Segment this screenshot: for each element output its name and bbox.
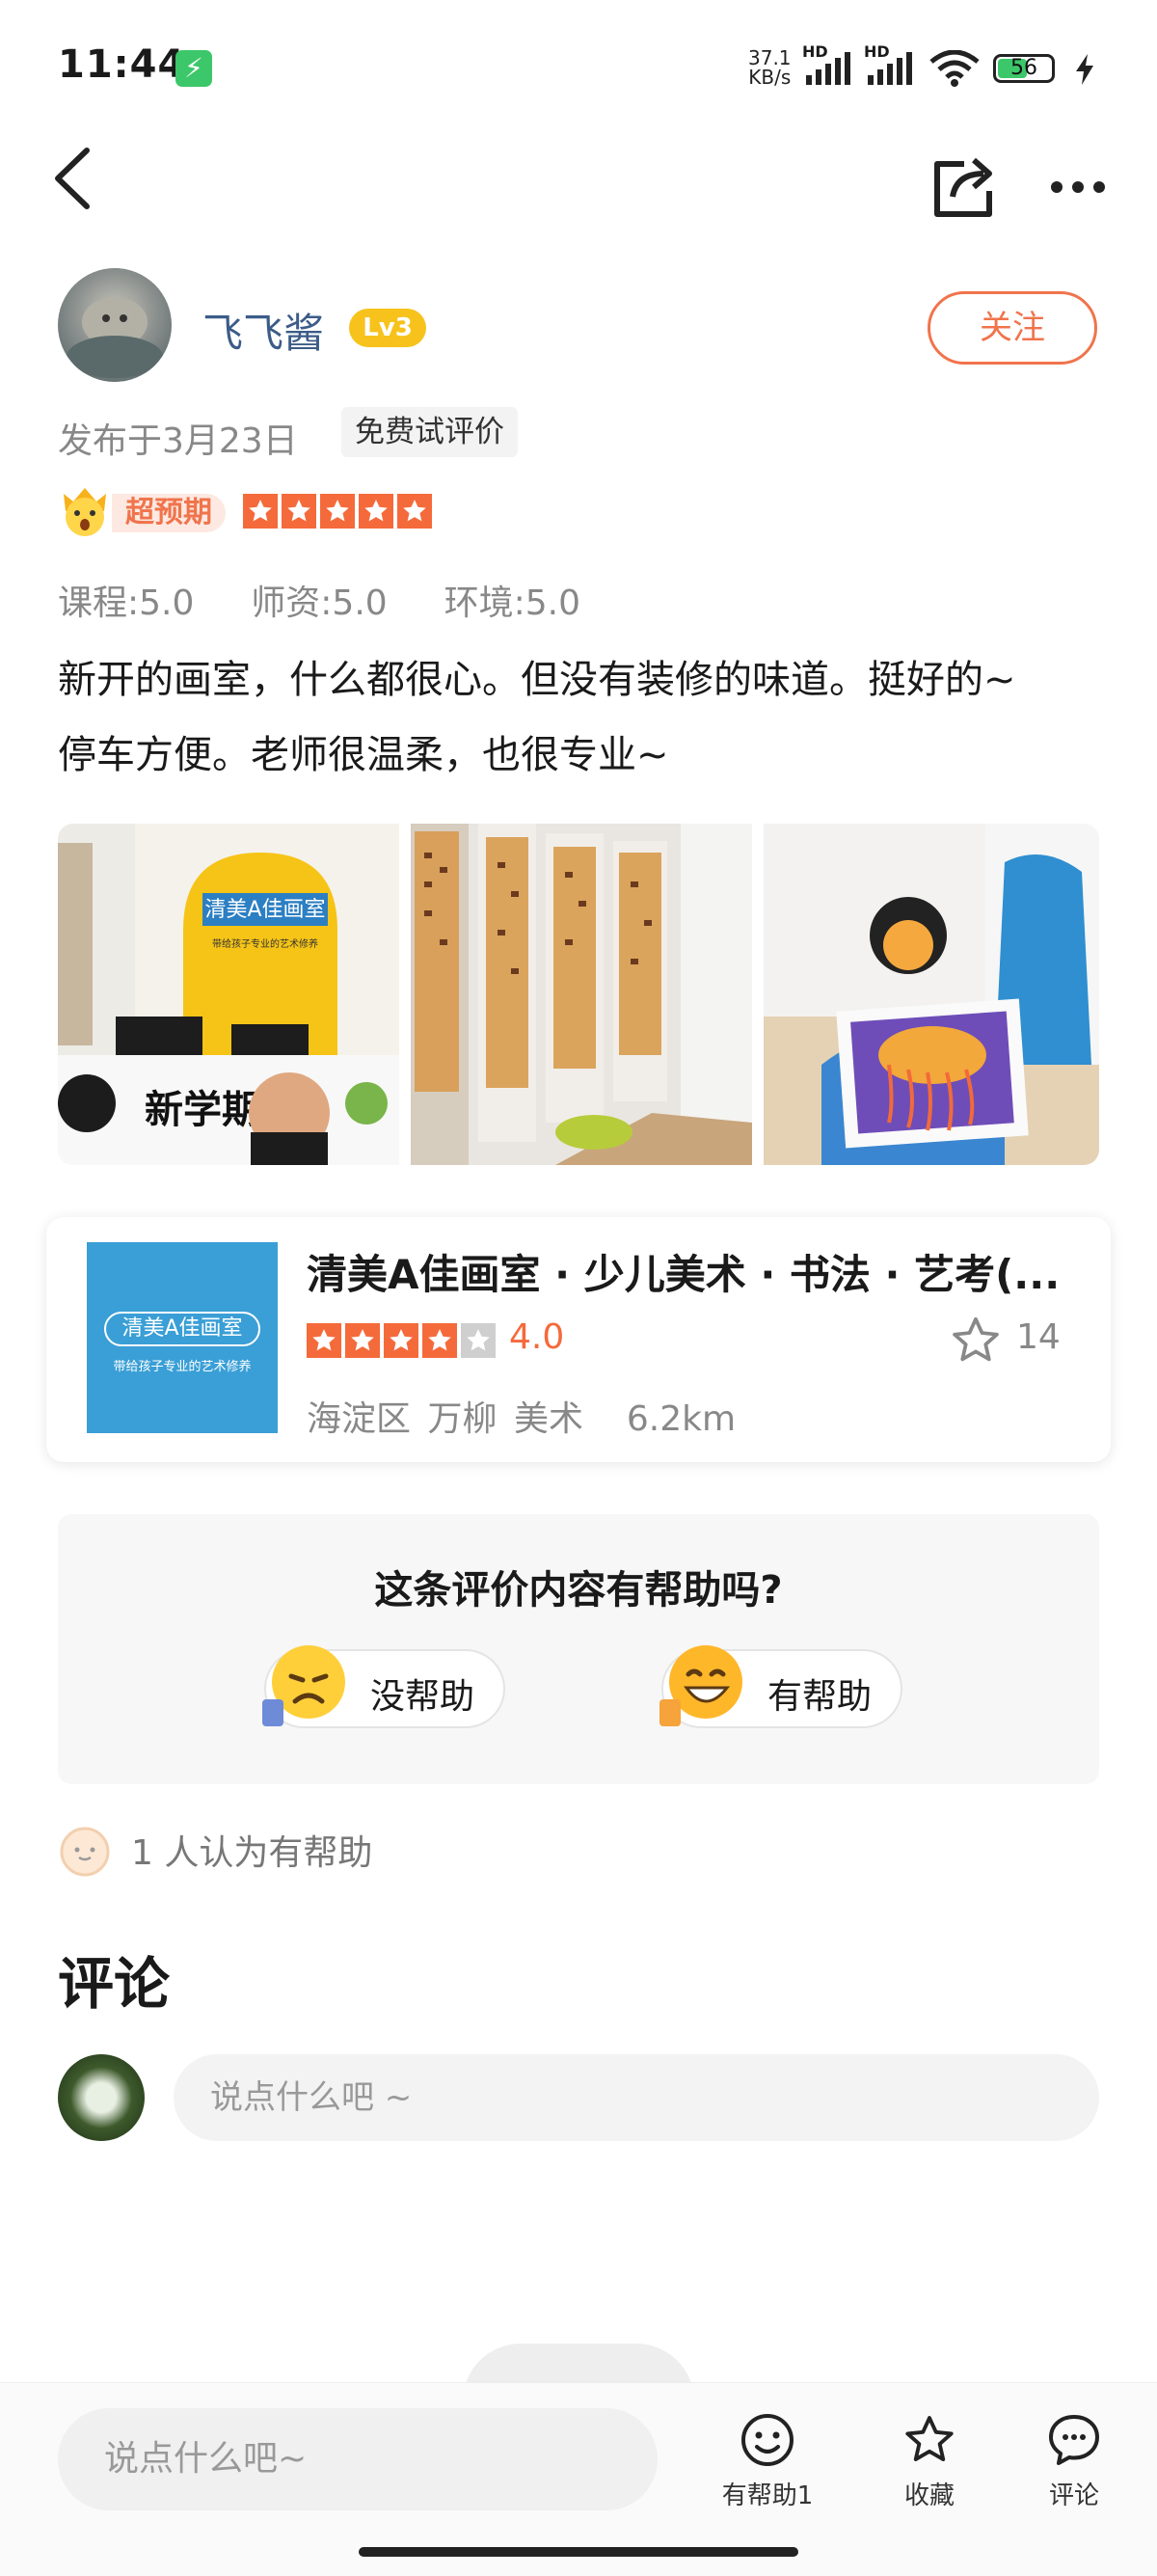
review-photo-1[interactable]: 清美A佳画室 带给孩子专业的艺术修养 新学期 (58, 824, 399, 1165)
helpful-action[interactable]: 有帮助1 (710, 2412, 825, 2511)
signal-icon: HD (802, 42, 854, 91)
share-icon (934, 157, 992, 217)
user-avatar (58, 2054, 145, 2141)
favorite-star-icon[interactable] (949, 1314, 1003, 1371)
bottom-bar: 说点什么吧~ 有帮助1 收藏 评论 (0, 2382, 1157, 2576)
follow-button[interactable]: 关注 (928, 291, 1097, 365)
shop-rating: 4.0 (509, 1317, 565, 1357)
network-speed-value: 37.1 (748, 46, 792, 69)
helpful-count-row: 1 人认为有帮助 (58, 1825, 372, 1883)
battery-level: 56 (1010, 56, 1037, 80)
star-icon (461, 1323, 496, 1358)
status-time: 11:44 (58, 42, 186, 87)
favorite-count: 14 (1016, 1317, 1061, 1357)
shop-district: 海淀区 (307, 1399, 412, 1439)
review-stars (243, 494, 436, 532)
not-helpful-button[interactable]: 没帮助 (262, 1645, 505, 1728)
comment-input[interactable]: 说点什么吧 ~ (174, 2054, 1099, 2141)
charging-bolt-icon (1074, 54, 1095, 89)
star-icon (905, 2416, 954, 2461)
shop-category: 美术 (513, 1399, 583, 1439)
shop-meta: 海淀区 万柳 美术 6.2km (307, 1391, 736, 1441)
shop-area: 万柳 (427, 1399, 498, 1439)
wifi-icon (929, 49, 980, 91)
star-icon (282, 494, 316, 529)
shop-stars (307, 1323, 499, 1362)
star-icon (307, 1323, 341, 1358)
star-icon (384, 1323, 418, 1358)
star-icon (243, 494, 278, 529)
bottom-comment-input[interactable]: 说点什么吧~ (58, 2408, 658, 2510)
comment-action[interactable]: 评论 (1016, 2412, 1132, 2511)
review-tag: 免费试评价 (341, 407, 518, 457)
teacher-score: 师资:5.0 (251, 583, 388, 623)
home-indicator[interactable] (359, 2547, 798, 2557)
smile-icon (741, 2414, 794, 2466)
network-speed: 37.1 KB/s (748, 48, 792, 87)
review-text: 新开的画室，什么都很心。但没有装修的味道。挺好的~ 停车方便。老师很温柔，也很专… (58, 642, 1109, 793)
helpful-question: 这条评价内容有帮助吗? (374, 1568, 783, 1613)
star-icon (359, 494, 393, 529)
author-avatar[interactable] (58, 268, 172, 382)
star-icon (345, 1323, 380, 1358)
frown-face-icon (262, 1645, 345, 1726)
shop-logo-subtext: 带给孩子专业的艺术修养 (113, 1360, 252, 1374)
network-speed-unit: KB/s (748, 66, 792, 89)
review-photo-2[interactable] (411, 824, 752, 1165)
star-icon (422, 1323, 457, 1358)
small-face-icon (60, 1827, 110, 1877)
level-badge: Lv3 (349, 309, 426, 347)
photo-subsign-text: 带给孩子专业的艺术修养 (212, 937, 318, 950)
exceeds-expectation-badge: 超预期 (58, 484, 229, 536)
shop-logo: 清美A佳画室 带给孩子专业的艺术修养 (87, 1242, 278, 1433)
chevron-left-icon (55, 148, 90, 209)
back-button[interactable] (50, 145, 94, 216)
helpful-action-label: 有帮助1 (721, 2481, 814, 2510)
photo-board-text: 新学期 (145, 1088, 260, 1132)
sub-scores: 课程:5.0 师资:5.0 环境:5.0 (58, 575, 580, 625)
charging-icon: ⚡ (175, 50, 212, 87)
review-text-line: 停车方便。老师很温柔，也很专业~ (58, 733, 669, 777)
favorite-action[interactable]: 收藏 (872, 2412, 987, 2511)
share-button[interactable] (931, 152, 999, 224)
helpful-button[interactable]: 有帮助 (659, 1645, 902, 1728)
signal-hd-label: HD (802, 42, 828, 61)
comment-action-label: 评论 (1048, 2481, 1099, 2510)
more-button[interactable] (1049, 177, 1107, 201)
shop-distance: 6.2km (626, 1399, 737, 1439)
author-name[interactable]: 飞飞酱 (202, 301, 324, 360)
helpful-label: 有帮助 (767, 1677, 873, 1717)
shop-logo-text: 清美A佳画室 (104, 1312, 260, 1346)
badge-label: 超预期 (112, 494, 226, 532)
review-text-line: 新开的画室，什么都很心。但没有装修的味道。挺好的~ (58, 658, 1016, 702)
course-score: 课程:5.0 (58, 583, 195, 623)
surprised-face-icon (64, 488, 106, 536)
helpful-count: 1 人认为有帮助 (131, 1833, 373, 1873)
laughing-face-icon (659, 1645, 742, 1726)
photo-sign-text: 清美A佳画室 (204, 898, 325, 922)
comments-title: 评论 (58, 1951, 171, 2017)
shop-card[interactable]: 清美A佳画室 带给孩子专业的艺术修养 清美A佳画室 · 少儿美术 · 书法 · … (46, 1217, 1111, 1462)
post-date: 发布于3月23日 (58, 421, 298, 461)
review-photo-3[interactable] (764, 824, 1099, 1165)
environment-score: 环境:5.0 (444, 583, 580, 623)
shop-name[interactable]: 清美A佳画室 · 少儿美术 · 书法 · 艺考(... (307, 1242, 1068, 1301)
favorite-action-label: 收藏 (903, 2481, 955, 2510)
helpful-feedback-box: 这条评价内容有帮助吗? 没帮助 有帮助 (58, 1514, 1099, 1784)
star-icon (397, 494, 432, 529)
star-icon (320, 494, 355, 529)
comment-bubble-icon (1049, 2415, 1099, 2465)
not-helpful-label: 没帮助 (370, 1677, 475, 1717)
signal-hd-label-2: HD (864, 42, 890, 61)
battery-icon: 56 (993, 54, 1055, 83)
signal-icon-2: HD (864, 42, 916, 91)
more-icon (1051, 181, 1105, 193)
